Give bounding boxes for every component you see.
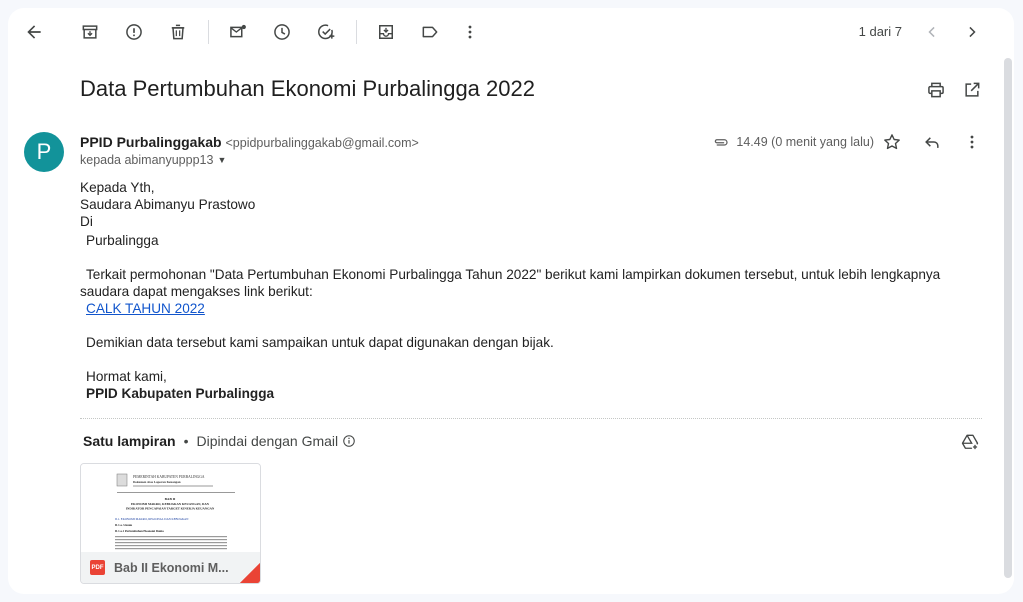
thumb-text-line xyxy=(115,548,227,550)
closing-line: Demikian data tersebut kami sampaikan un… xyxy=(86,335,554,350)
chevron-left-icon[interactable] xyxy=(916,16,948,48)
document-preview-icon: PEMERINTAH KABUPATEN PURBALINGGA Dokumen… xyxy=(115,473,235,550)
recipient-name: Saudara Abimanyu Prastowo xyxy=(80,197,256,212)
report-spam-icon[interactable] xyxy=(118,16,150,48)
print-icon[interactable] xyxy=(924,78,948,102)
back-arrow-icon[interactable] xyxy=(18,16,50,48)
sender-line: PPID Purbalinggakab <ppidpurbalinggakab@… xyxy=(80,134,419,150)
thumb-rule xyxy=(117,492,235,493)
snooze-icon[interactable] xyxy=(266,16,298,48)
pager-count: 1 dari 7 xyxy=(858,24,902,39)
thumb-line2: Dokumen Atas Laporan Keuangan xyxy=(133,480,181,484)
body-paragraph: Terkait permohonan "Data Pertumbuhan Eko… xyxy=(80,266,970,300)
sender-email: <ppidpurbalinggakab@gmail.com> xyxy=(225,136,419,150)
thumb-section: II.1. EKONOMI MAKRO, REGIONAL DAN KEBIJA… xyxy=(115,517,189,522)
add-to-drive-icon[interactable] xyxy=(958,430,982,454)
more-vert-icon[interactable] xyxy=(454,16,486,48)
attachment-file-name: Bab II Ekonomi M... xyxy=(114,560,229,575)
email-view: 1 dari 7 Data Pertumbuhan Ekonomi Purbal… xyxy=(8,8,1014,594)
move-to-icon[interactable] xyxy=(370,16,402,48)
toolbar-separator xyxy=(208,20,209,44)
scrollbar-thumb[interactable] xyxy=(1004,58,1012,578)
thumb-text-line xyxy=(115,542,227,544)
toolbar-separator xyxy=(356,20,357,44)
message-meta: 14.49 (0 menit yang lalu) xyxy=(712,132,874,152)
regards-line: Hormat kami, xyxy=(86,369,167,384)
attachments-divider xyxy=(80,418,982,419)
thumb-text-line xyxy=(115,536,227,538)
greeting: Kepada Yth, xyxy=(80,180,155,195)
place-line: Purbalingga xyxy=(86,233,159,248)
recipient-text: kepada abimanyuppp13 xyxy=(80,153,214,167)
info-icon[interactable] xyxy=(342,434,356,448)
email-body: Kepada Yth, Saudara Abimanyu Prastowo Di… xyxy=(80,179,970,402)
more-vert-icon[interactable] xyxy=(960,130,984,154)
pdf-icon: PDF xyxy=(90,560,105,575)
calk-link[interactable]: CALK TAHUN 2022 xyxy=(86,301,205,316)
attachment-footer: PDF Bab II Ekonomi M... xyxy=(81,552,260,583)
signature-line: PPID Kabupaten Purbalingga xyxy=(86,386,275,401)
sender-avatar[interactable]: P xyxy=(24,132,64,172)
thumb-sub1: II.1.a. Umum xyxy=(115,523,133,527)
archive-icon[interactable] xyxy=(74,16,106,48)
chevron-right-icon[interactable] xyxy=(956,16,988,48)
attachment-card[interactable]: PEMERINTAH KABUPATEN PURBALINGGA Dokumen… xyxy=(80,463,261,584)
thumb-chapter: BAB II xyxy=(165,497,176,501)
thumb-heading1: EKONOMI MAKRO, KEBIJAKAN KEUANGAN, DAN xyxy=(131,502,210,506)
mark-unread-icon[interactable] xyxy=(222,16,254,48)
label-icon[interactable] xyxy=(414,16,446,48)
thumb-heading2: INDIKATOR PENCAPAIAN TARGET KINERJA KEUA… xyxy=(126,507,215,511)
add-to-tasks-icon[interactable] xyxy=(310,16,342,48)
link-line: CALK TAHUN 2022 xyxy=(80,300,970,317)
reply-icon[interactable] xyxy=(920,130,944,154)
scan-note: Dipindai dengan Gmail xyxy=(196,433,339,449)
toolbar: 1 dari 7 xyxy=(8,8,1014,56)
open-in-new-window-icon[interactable] xyxy=(960,78,984,102)
recipient-details-toggle[interactable]: kepada abimanyuppp13 ▼ xyxy=(80,153,226,167)
separator-dot: • xyxy=(183,433,189,449)
attachments-header: Satu lampiran • Dipindai dengan Gmail xyxy=(83,433,356,449)
thumb-rule xyxy=(133,485,213,487)
sender-name[interactable]: PPID Purbalinggakab xyxy=(80,134,222,150)
thumb-text-line xyxy=(115,545,227,547)
delete-icon[interactable] xyxy=(162,16,194,48)
star-icon[interactable] xyxy=(880,130,904,154)
document-seal-icon xyxy=(116,473,128,487)
caret-down-icon[interactable]: ▼ xyxy=(217,155,226,165)
thumb-sub2: II.1.a.1 Pertumbuhan Ekonomi Dunia xyxy=(115,529,164,533)
email-subject: Data Pertumbuhan Ekonomi Purbalingga 202… xyxy=(80,76,535,101)
attachment-thumbnail: PEMERINTAH KABUPATEN PURBALINGGA Dokumen… xyxy=(81,464,260,552)
di-line: Di xyxy=(80,214,93,229)
attachments-title: Satu lampiran xyxy=(83,433,176,449)
attachment-icon xyxy=(715,139,728,146)
thumb-text-line xyxy=(115,539,227,541)
thumb-line1: PEMERINTAH KABUPATEN PURBALINGGA xyxy=(133,475,205,479)
body-paragraph-text: Terkait permohonan "Data Pertumbuhan Eko… xyxy=(80,267,941,299)
message-time: 14.49 (0 menit yang lalu) xyxy=(736,135,874,149)
